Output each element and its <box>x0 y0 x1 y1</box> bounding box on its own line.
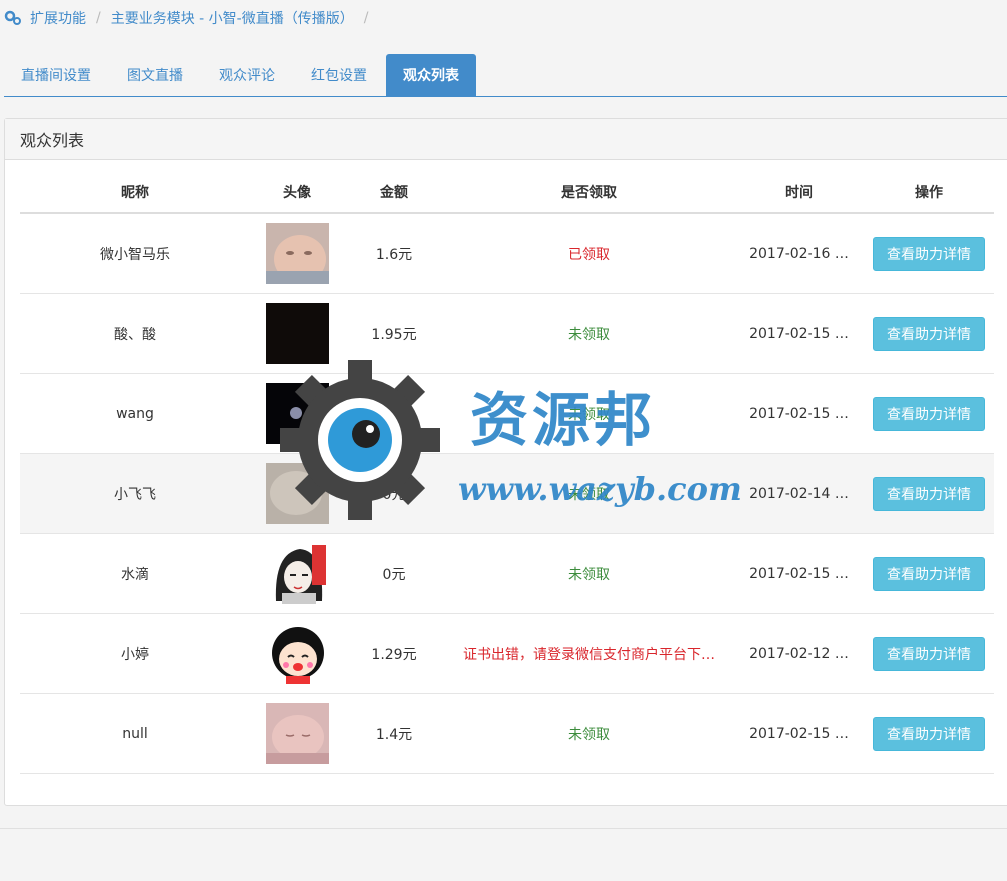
cell-status: 未领取 <box>568 726 610 743</box>
footer-divider <box>0 828 1007 829</box>
header-avatar: 头像 <box>283 185 311 201</box>
view-assist-details-button[interactable]: 查看助力详情 <box>873 716 985 751</box>
breadcrumb-separator: / <box>363 10 369 26</box>
cell-nickname: 水滴 <box>121 566 149 583</box>
avatar <box>265 383 329 444</box>
cell-time: 2017-02-12 … <box>749 645 849 662</box>
cell-nickname: null <box>122 725 148 742</box>
cell-amount: 元 <box>387 406 401 423</box>
view-assist-details-button[interactable]: 查看助力详情 <box>873 556 985 591</box>
view-assist-details-button[interactable]: 查看助力详情 <box>873 316 985 351</box>
table-row: 小婷 1.29元 证书出错，请登录微信支付商户平台下… 2017-02-12 … 查看助… <box>20 614 994 694</box>
cell-time: 2017-02-15 … <box>749 405 849 422</box>
cell-status: 未领取 <box>568 326 610 343</box>
breadcrumb-item-module[interactable]: 主要业务模块 - 小智-微直播（传播版） <box>111 8 354 28</box>
table-header: 昵称 头像 金额 是否领取 时间 操作 <box>20 172 994 214</box>
cell-amount: 1.95元 <box>371 326 417 343</box>
cell-status: 未领取 <box>568 406 610 423</box>
avatar <box>265 703 329 764</box>
cell-nickname: 酸、酸 <box>114 326 156 343</box>
tab-audience-list[interactable]: 观众列表 <box>386 54 476 96</box>
avatar <box>265 463 329 524</box>
table-row: 微小智马乐 1.6元 已领取 2017-02-16 … 查看助力详情 <box>20 214 994 294</box>
view-assist-details-button[interactable]: 查看助力详情 <box>873 236 985 271</box>
cell-time: 2017-02-16 … <box>749 245 849 262</box>
tab-live-room-settings[interactable]: 直播间设置 <box>4 54 108 96</box>
cell-status: 未领取 <box>568 566 610 583</box>
cell-nickname: wang <box>116 405 154 422</box>
header-nickname: 昵称 <box>121 185 149 201</box>
panel-title: 观众列表 <box>5 119 1007 160</box>
cell-nickname: 微小智马乐 <box>100 246 170 263</box>
cell-amount: 0元 <box>382 486 406 503</box>
cell-amount: 0元 <box>382 566 406 583</box>
avatar <box>265 303 329 364</box>
avatar <box>265 543 329 604</box>
breadcrumb-separator: / <box>96 10 101 26</box>
cell-status: 证书出错，请登录微信支付商户平台下… <box>463 646 715 663</box>
cell-time: 2017-02-14 … <box>749 485 849 502</box>
tab-audience-comments[interactable]: 观众评论 <box>202 54 292 96</box>
cell-amount: 1.4元 <box>375 726 413 743</box>
header-claimed: 是否领取 <box>561 185 617 201</box>
cell-time: 2017-02-15 … <box>749 325 849 342</box>
table-row: null 1.4元 未领取 2017-02-15 … 查看助力详情 <box>20 694 994 774</box>
audience-table: 昵称 头像 金额 是否领取 时间 操作 微小智马乐 1.6元 已领取 2017-02-… <box>20 172 994 774</box>
gears-icon <box>4 10 21 25</box>
cell-time: 2017-02-15 … <box>749 725 849 742</box>
tab-bar: 直播间设置 图文直播 观众评论 红包设置 观众列表 <box>4 54 1007 97</box>
table-body: 微小智马乐 1.6元 已领取 2017-02-16 … 查看助力详情 酸、酸 1.95元 未领… <box>20 214 994 774</box>
view-assist-details-button[interactable]: 查看助力详情 <box>873 396 985 431</box>
avatar <box>265 623 329 684</box>
tab-red-packet-settings[interactable]: 红包设置 <box>294 54 384 96</box>
tab-image-text-live[interactable]: 图文直播 <box>110 54 200 96</box>
cell-nickname: 小飞飞 <box>114 486 156 503</box>
cell-status: 未领取 <box>568 486 610 503</box>
cell-status: 已领取 <box>568 246 610 263</box>
table-row: 酸、酸 1.95元 未领取 2017-02-15 … 查看助力详情 <box>20 294 994 374</box>
header-amount: 金额 <box>380 185 408 201</box>
cell-amount: 1.29元 <box>371 646 417 663</box>
cell-time: 2017-02-15 … <box>749 565 849 582</box>
audience-list-panel: 观众列表 昵称 头像 金额 是否领取 时间 操作 微小智马乐 1.6元 已领取 201… <box>4 118 1007 806</box>
view-assist-details-button[interactable]: 查看助力详情 <box>873 636 985 671</box>
table-row: wang 元 未领取 2017-02-15 … 查看助力详情 <box>20 374 994 454</box>
table-row: 水滴 0元 未领取 2017-02-15 … 查看助力详情 <box>20 534 994 614</box>
view-assist-details-button[interactable]: 查看助力详情 <box>873 476 985 511</box>
breadcrumb: 扩展功能 / 主要业务模块 - 小智-微直播（传播版） / <box>0 0 1007 36</box>
cell-nickname: 小婷 <box>121 646 149 663</box>
header-actions: 操作 <box>915 185 943 201</box>
header-time: 时间 <box>785 185 813 201</box>
avatar <box>265 223 329 284</box>
cell-amount: 1.6元 <box>375 246 413 263</box>
breadcrumb-item-extensions[interactable]: 扩展功能 <box>30 8 86 28</box>
table-row: 小飞飞 0元 未领取 2017-02-14 … 查看助力详情 <box>20 454 994 534</box>
